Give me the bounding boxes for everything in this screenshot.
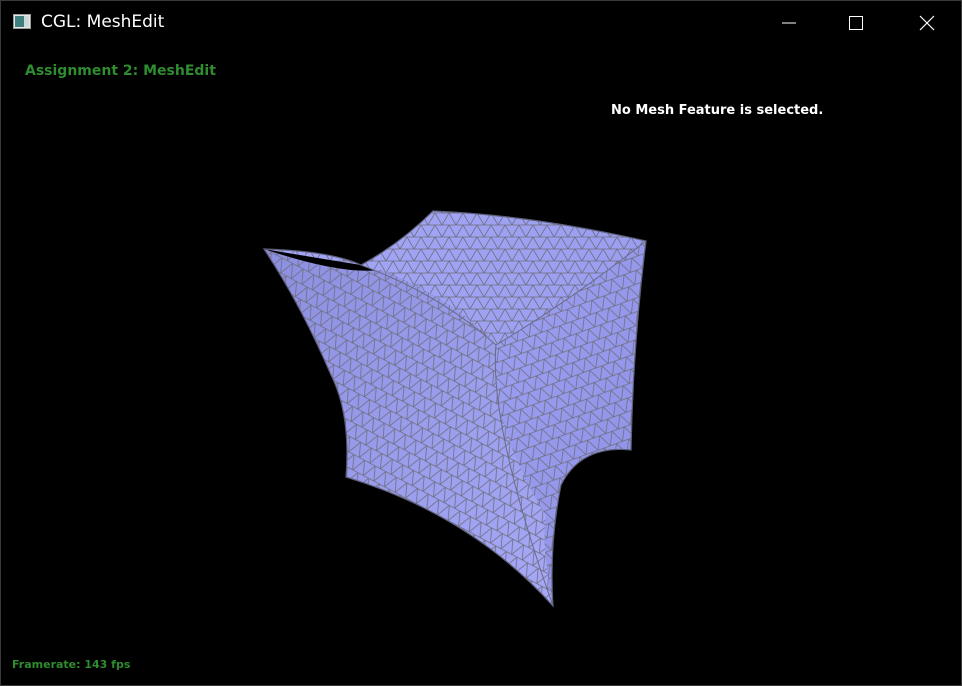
framerate-label: Framerate: 143 fps (12, 658, 131, 671)
render-viewport[interactable]: Assignment 2: MeshEdit No Mesh Feature i… (1, 45, 961, 685)
maximize-icon (849, 16, 863, 30)
app-window: CGL: MeshEdit Assignment 2: MeshEdit No … (0, 0, 962, 686)
minimize-button[interactable] (764, 1, 810, 45)
app-icon (13, 14, 31, 29)
title-bar[interactable]: CGL: MeshEdit (1, 1, 961, 45)
assignment-label: Assignment 2: MeshEdit (25, 63, 216, 79)
minimize-icon (782, 22, 796, 24)
selection-status: No Mesh Feature is selected. (611, 103, 824, 118)
window-title: CGL: MeshEdit (41, 12, 165, 32)
maximize-button[interactable] (833, 1, 879, 45)
close-button[interactable] (903, 1, 949, 45)
close-icon (919, 15, 935, 31)
mesh-render[interactable] (1, 45, 961, 685)
